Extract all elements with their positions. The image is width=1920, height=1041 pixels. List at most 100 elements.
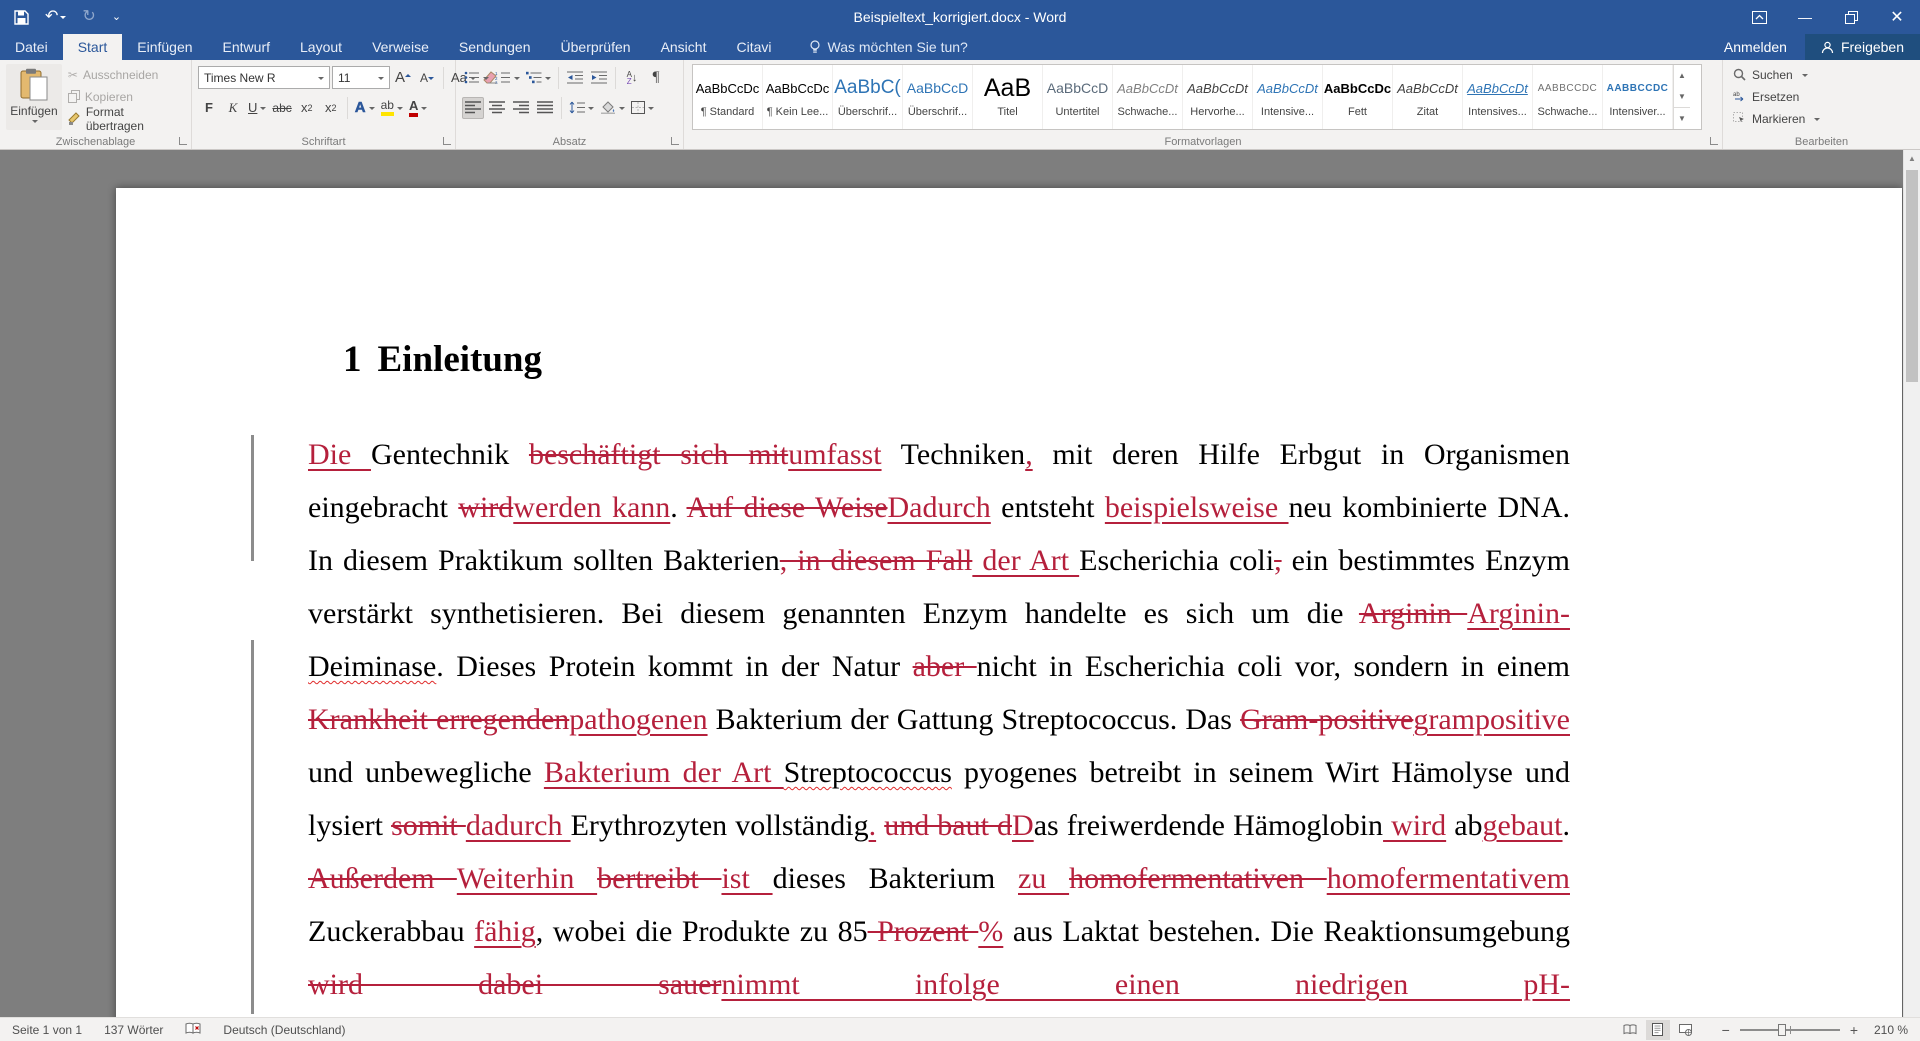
bullets-dropdown-icon [483,77,489,83]
show-paragraph-marks-button[interactable]: ¶ [645,67,667,89]
italic-button[interactable]: K [222,97,244,119]
tab-start[interactable]: Start [63,34,123,60]
numbering-button[interactable]: 123 [493,67,522,89]
tab-sendungen[interactable]: Sendungen [444,34,546,60]
tell-me-box[interactable]: Was möchten Sie tun? [809,34,968,60]
styles-more-button[interactable]: ▼ [1674,107,1690,129]
bold-button[interactable]: F [198,97,220,119]
style-item[interactable]: AaBbCcDtHervorhe... [1183,65,1253,129]
schriftart-dialog-launcher[interactable] [443,137,451,145]
superscript-button[interactable]: x2 [320,97,342,119]
cut-button[interactable]: ✂ Ausschneiden [68,64,185,85]
style-item[interactable]: AaBbCcDtIntensive... [1253,65,1323,129]
style-item[interactable]: AaBbCcDUntertitel [1043,65,1113,129]
zoom-in-button[interactable]: + [1850,1022,1858,1038]
shading-button[interactable] [598,97,627,119]
deleted-text-run: somit [391,809,466,842]
language-indicator[interactable]: Deutsch (Deutschland) [223,1023,345,1037]
tab-datei[interactable]: Datei [0,34,63,60]
subscript-button[interactable]: x2 [296,97,318,119]
deleted-text-run: , in diesem Fall [780,544,973,577]
undo-button[interactable]: ↶ [45,9,66,25]
zoom-percentage[interactable]: 210 % [1868,1023,1908,1037]
font-size-combo[interactable]: 11 [332,66,390,89]
tab-ansicht[interactable]: Ansicht [646,34,722,60]
style-item[interactable]: AaBbCcDtIntensives... [1463,65,1533,129]
shrink-font-button[interactable]: A [416,67,438,89]
tab-entwurf[interactable]: Entwurf [208,34,285,60]
zwischenablage-dialog-launcher[interactable] [179,137,187,145]
close-button[interactable]: ✕ [1874,0,1920,34]
document-page[interactable]: 1Einleitung Die Gentechnik beschäftigt s… [116,188,1902,1017]
style-label: Titel [973,106,1042,118]
scroll-up-arrow-icon[interactable]: ▲ [1904,150,1920,167]
sort-button[interactable]: AZ ↓ [621,67,643,89]
tab-einfuegen[interactable]: Einfügen [122,34,207,60]
decrease-indent-button[interactable] [564,67,586,89]
document-paragraph[interactable]: Die Gentechnik beschäftigt sich mitumfas… [308,428,1570,1011]
freigeben-button[interactable]: Freigeben [1805,34,1920,60]
vertical-scrollbar[interactable]: ▲ [1903,150,1920,1017]
minimize-button[interactable]: — [1782,0,1828,34]
inserted-text-run: zu [1018,862,1069,895]
zoom-out-button[interactable]: − [1722,1022,1730,1038]
ribbon-display-options-button[interactable] [1736,0,1782,34]
proofing-status-button[interactable] [185,1022,201,1038]
window-title: Beispieltext_korrigiert.docx - Word [0,9,1920,25]
underline-button[interactable]: U [246,97,268,119]
save-button[interactable] [14,10,29,25]
zoom-slider[interactable] [1740,1023,1840,1037]
styles-scroll-up-button[interactable]: ▲ [1674,65,1690,86]
customize-quick-access-button[interactable]: ⌄ [112,12,121,23]
text-effects-button[interactable]: A [353,97,377,119]
style-item[interactable]: AaBbCcDtZitat [1393,65,1463,129]
scrollbar-thumb[interactable] [1906,170,1918,382]
absatz-dialog-launcher[interactable] [671,137,679,145]
style-item[interactable]: AaBTitel [973,65,1043,129]
bullets-button[interactable] [462,67,491,89]
highlight-button[interactable]: ab [379,97,405,119]
style-preview: AaBbCcDc [1323,70,1392,106]
font-name-combo[interactable]: Times New R [198,66,330,89]
word-count[interactable]: 137 Wörter [104,1023,163,1037]
format-painter-button[interactable]: Format übertragen [68,108,185,129]
replace-button[interactable]: ab Ersetzen [1733,86,1820,107]
grow-font-button[interactable]: A [392,67,414,89]
zoom-slider-thumb[interactable] [1778,1024,1786,1036]
strikethrough-button[interactable]: abc [270,97,293,119]
style-item[interactable]: AABBCCDCIntensiver... [1603,65,1673,129]
tab-verweise[interactable]: Verweise [357,34,444,60]
line-spacing-button[interactable] [567,97,596,119]
styles-scroll-down-button[interactable]: ▼ [1674,86,1690,107]
quick-access-toolbar: ↶ ↻ ⌄ [0,9,121,25]
tab-ueberpruefen[interactable]: Überprüfen [546,34,646,60]
read-mode-button[interactable] [1618,1020,1642,1040]
paste-button[interactable]: Einfügen [6,64,62,130]
style-item[interactable]: AaBbCcDcFett [1323,65,1393,129]
print-layout-button[interactable] [1646,1020,1670,1040]
increase-indent-button[interactable] [588,67,610,89]
style-item[interactable]: AaBbCcDÜberschrif... [903,65,973,129]
find-button[interactable]: Suchen [1733,64,1820,85]
anmelden-button[interactable]: Anmelden [1706,34,1805,60]
web-layout-button[interactable] [1674,1020,1698,1040]
style-item[interactable]: AaBbCcDtSchwache... [1113,65,1183,129]
style-item[interactable]: AaBbC(Überschrif... [833,65,903,129]
justify-button[interactable] [534,97,556,119]
redo-button[interactable]: ↻ [82,9,95,25]
page-indicator[interactable]: Seite 1 von 1 [12,1023,82,1037]
select-button[interactable]: Markieren [1733,108,1820,129]
borders-button[interactable] [629,97,656,119]
align-left-button[interactable] [462,97,484,119]
font-color-button[interactable]: A [407,97,429,119]
formatvorlagen-dialog-launcher[interactable] [1710,137,1718,145]
tab-layout[interactable]: Layout [285,34,357,60]
style-item[interactable]: AaBbCcDc¶ Standard [693,65,763,129]
style-item[interactable]: AABBCCDCSchwache... [1533,65,1603,129]
restore-button[interactable] [1828,0,1874,34]
multilevel-list-button[interactable] [524,67,553,89]
align-center-button[interactable] [486,97,508,119]
style-item[interactable]: AaBbCcDc¶ Kein Lee... [763,65,833,129]
tab-citavi[interactable]: Citavi [721,34,786,60]
align-right-button[interactable] [510,97,532,119]
